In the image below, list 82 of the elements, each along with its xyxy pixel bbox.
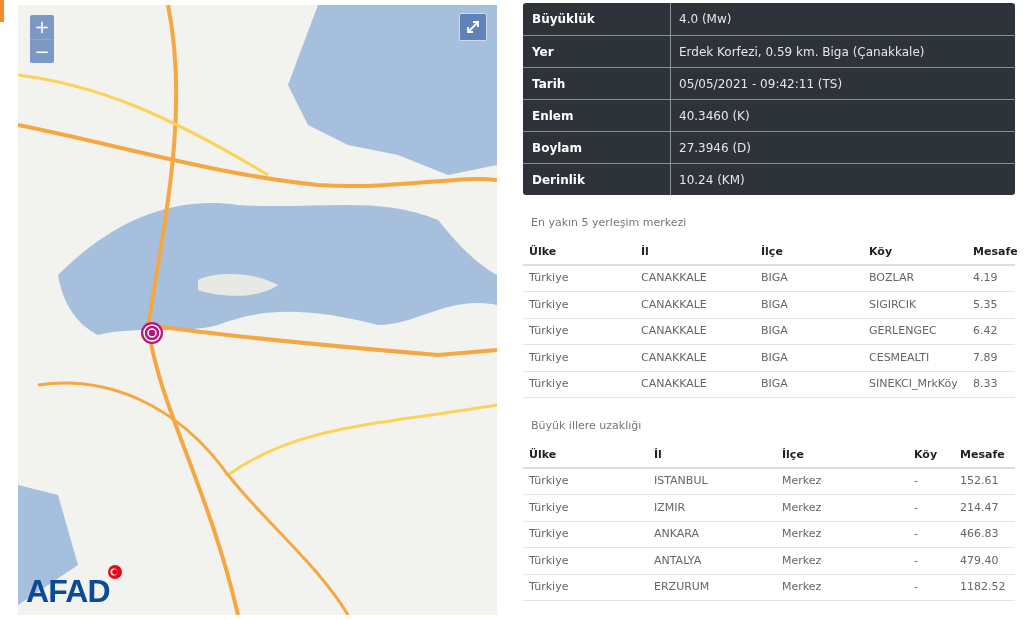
zoom-in-button[interactable]: + — [30, 15, 54, 39]
table-cell-text: ANKARA — [653, 526, 701, 542]
column-header: İlçe — [781, 447, 805, 464]
table-cell-text: 4.19 — [972, 270, 999, 286]
field-value: 10.24 (KM) — [678, 171, 745, 189]
field-value: 40.3460 (K) — [678, 107, 750, 125]
table-cell-text: Türkiye — [528, 473, 570, 489]
field-label: Enlem — [523, 100, 671, 131]
field-value: 05/05/2021 - 09:42:11 (TS) — [678, 75, 843, 93]
table-cell-text: 466.83 — [959, 526, 1000, 542]
epicenter-marker-icon — [140, 321, 164, 345]
table-cell-text: 8.33 — [972, 376, 999, 392]
field-label: Tarih — [523, 68, 671, 99]
table-cell-text: ERZURUM — [653, 579, 711, 595]
column-header: İl — [653, 447, 663, 464]
table-cell-text: 152.61 — [959, 473, 1000, 489]
column-header: Mesafe — [972, 244, 1015, 261]
column-header: İlçe — [760, 244, 784, 261]
table-cell-text: - — [913, 499, 919, 516]
table-cell-text: Türkiye — [528, 552, 570, 569]
table-cell-text: - — [913, 579, 919, 595]
table-cell-text: SIGIRCIK — [868, 296, 918, 313]
column-header: Mesafe — [959, 447, 1006, 464]
table-cell-text: - — [913, 473, 919, 489]
map-panel[interactable]: + − AFAD — [18, 5, 497, 615]
table-cell-text: 6.42 — [972, 323, 999, 339]
column-header: Ülke — [528, 447, 558, 464]
table-cell-text: Merkez — [781, 526, 823, 542]
table-cell-text: Türkiye — [528, 499, 570, 516]
table-cell-text: Merkez — [781, 579, 823, 595]
table-title: En yakın 5 yerleşim merkezi — [530, 215, 688, 231]
table-cell-text: GERLENGEC — [868, 323, 938, 339]
column-header: Ülke — [528, 244, 558, 261]
table-cell-text: CANAKKALE — [640, 270, 708, 286]
column-header: İl — [640, 244, 650, 261]
table-cell-text: Türkiye — [528, 579, 570, 595]
table-cell-text: Türkiye — [528, 349, 570, 366]
table-cell-text: Türkiye — [528, 376, 570, 392]
table-cell-text: BIGA — [760, 323, 789, 339]
expand-icon — [466, 20, 480, 34]
table-cell-text: CANAKKALE — [640, 376, 708, 392]
logo: AFAD — [26, 575, 110, 607]
field-value: Erdek Korfezi, 0.59 km. Biga (Çanakkale) — [678, 43, 925, 61]
table-cell-text: BIGA — [760, 376, 789, 392]
table-cell-text: Türkiye — [528, 270, 570, 286]
table-cell-text: BIGA — [760, 270, 789, 286]
flag-icon — [107, 565, 122, 579]
table-cell-text: BOZLAR — [868, 270, 916, 286]
table-cell-text: ANTALYA — [653, 552, 703, 569]
fullscreen-button[interactable] — [459, 13, 487, 41]
field-label: Derinlik — [523, 164, 671, 195]
table-cell-text: CANAKKALE — [640, 323, 708, 339]
field-label: Büyüklük — [523, 3, 671, 35]
table-cell-text: IZMIR — [653, 499, 687, 516]
field-value: 4.0 (Mw) — [678, 11, 732, 28]
table-title: Büyük illere uzaklığı — [530, 418, 643, 434]
field-value: 27.3946 (D) — [678, 139, 752, 157]
table-cell-text: BIGA — [760, 349, 789, 366]
zoom-out-button[interactable]: − — [30, 39, 54, 63]
table-cell-text: CESMEALTI — [868, 349, 931, 366]
table-cell-text: Merkez — [781, 499, 823, 516]
table-cell-text: SINEKCI_MrkKöy — [868, 376, 959, 392]
table-cell-text: - — [913, 526, 919, 542]
table-cell-text: BIGA — [760, 296, 789, 313]
table-cell-text: 479.40 — [959, 552, 1000, 569]
table-cell-text: CANAKKALE — [640, 296, 708, 313]
table-cell-text: 1182.52 — [959, 579, 1007, 595]
table-cell-text: 5.35 — [972, 296, 999, 313]
table-cell-text: Türkiye — [528, 526, 570, 542]
table-cell-text: Türkiye — [528, 296, 570, 313]
table-cell-text: 7.89 — [972, 349, 999, 366]
table-cell-text: ISTANBUL — [653, 473, 709, 489]
field-label: Boylam — [523, 132, 671, 163]
table-cell-text: 214.47 — [959, 499, 1000, 516]
table-cell-text: - — [913, 552, 919, 569]
column-header: Köy — [913, 447, 939, 464]
table-cell-text: CANAKKALE — [640, 349, 708, 366]
column-header: Köy — [868, 244, 894, 261]
table-cell-text: Merkez — [781, 552, 823, 569]
field-label: Yer — [523, 36, 671, 67]
table-cell-text: Merkez — [781, 473, 823, 489]
table-cell-text: Türkiye — [528, 323, 570, 339]
